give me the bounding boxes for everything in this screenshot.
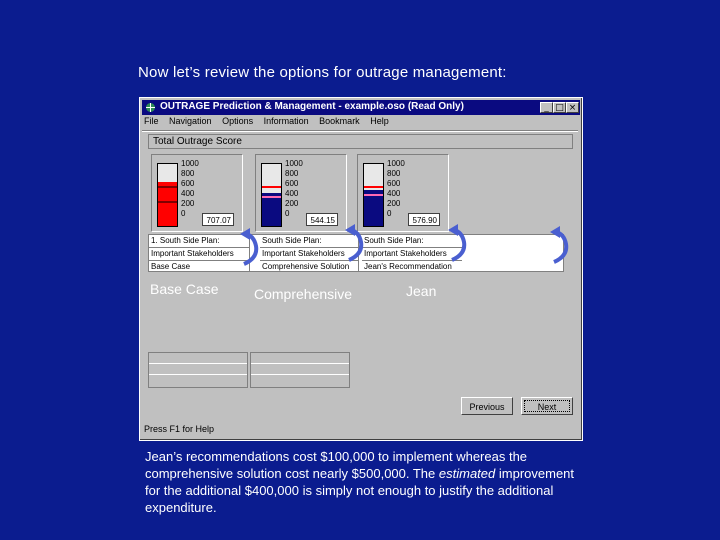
maximize-button[interactable]: □ <box>553 102 566 113</box>
menu-bookmark[interactable]: Bookmark <box>319 116 360 126</box>
scenario-col-base: 1. South Side Plan: Important Stakeholde… <box>149 235 250 271</box>
gauge-tube <box>157 163 178 227</box>
menu-information[interactable]: Information <box>264 116 309 126</box>
window-titlebar[interactable]: OUTRAGE Prediction & Management - exampl… <box>142 100 580 115</box>
status-bar: Press F1 for Help <box>144 424 215 434</box>
gauge-marker <box>158 186 177 188</box>
menu-bar: File Navigation Options Information Book… <box>144 116 397 130</box>
caption-jean: Jean <box>406 283 437 299</box>
window-title: OUTRAGE Prediction & Management - exampl… <box>160 101 464 112</box>
gauge-tube <box>363 163 384 227</box>
menu-navigation[interactable]: Navigation <box>169 116 212 126</box>
gauge-marker <box>262 196 281 198</box>
curved-arrow-icon <box>550 226 569 264</box>
menu-options[interactable]: Options <box>222 116 253 126</box>
minimize-button[interactable]: _ <box>540 102 553 113</box>
gauge-base-case: 1000 800 600 400 200 0 707.07 <box>151 154 243 232</box>
gauge-tube <box>261 163 282 227</box>
gauge-value: 707.07 <box>202 213 234 226</box>
gauge-ticks: 1000 800 600 400 200 0 <box>285 159 303 218</box>
detail-grid <box>148 352 248 388</box>
total-outrage-score-label: Total Outrage Score <box>148 134 573 149</box>
menu-help[interactable]: Help <box>370 116 389 126</box>
gauge-value: 544.15 <box>306 213 338 226</box>
next-button[interactable]: Next <box>521 397 573 415</box>
menu-separator <box>142 130 578 132</box>
caption-base-case: Base Case <box>150 281 219 297</box>
caption-comprehensive: Comprehensive <box>254 286 353 302</box>
gauge-marker <box>364 194 383 196</box>
previous-button[interactable]: Previous <box>461 397 513 415</box>
gauge-marker <box>364 186 383 188</box>
gauge-ticks: 1000 800 600 400 200 0 <box>387 159 405 218</box>
gauge-value: 576.90 <box>408 213 440 226</box>
gauge-marker <box>158 201 177 203</box>
close-button[interactable]: × <box>566 102 579 113</box>
curved-arrow-icon <box>345 224 364 262</box>
emphasis-estimated: estimated <box>438 466 496 481</box>
curved-arrow-icon <box>240 228 259 266</box>
app-icon <box>146 103 155 112</box>
gauge-fill <box>158 181 177 226</box>
gauge-marker <box>262 186 281 188</box>
menu-file[interactable]: File <box>144 116 159 126</box>
curved-arrow-icon <box>448 224 467 262</box>
outrage-app-window: OUTRAGE Prediction & Management - exampl… <box>139 97 583 441</box>
slide-body-text: Jean’s recommendations cost $100,000 to … <box>145 449 575 515</box>
gauge-ticks: 1000 800 600 400 200 0 <box>181 159 199 218</box>
gauge-jean: 1000 800 600 400 200 0 576.90 <box>357 154 449 232</box>
detail-grid <box>250 352 350 388</box>
gauge-comprehensive: 1000 800 600 400 200 0 544.15 <box>255 154 347 232</box>
slide-heading: Now let’s review the options for outrage… <box>138 64 507 81</box>
